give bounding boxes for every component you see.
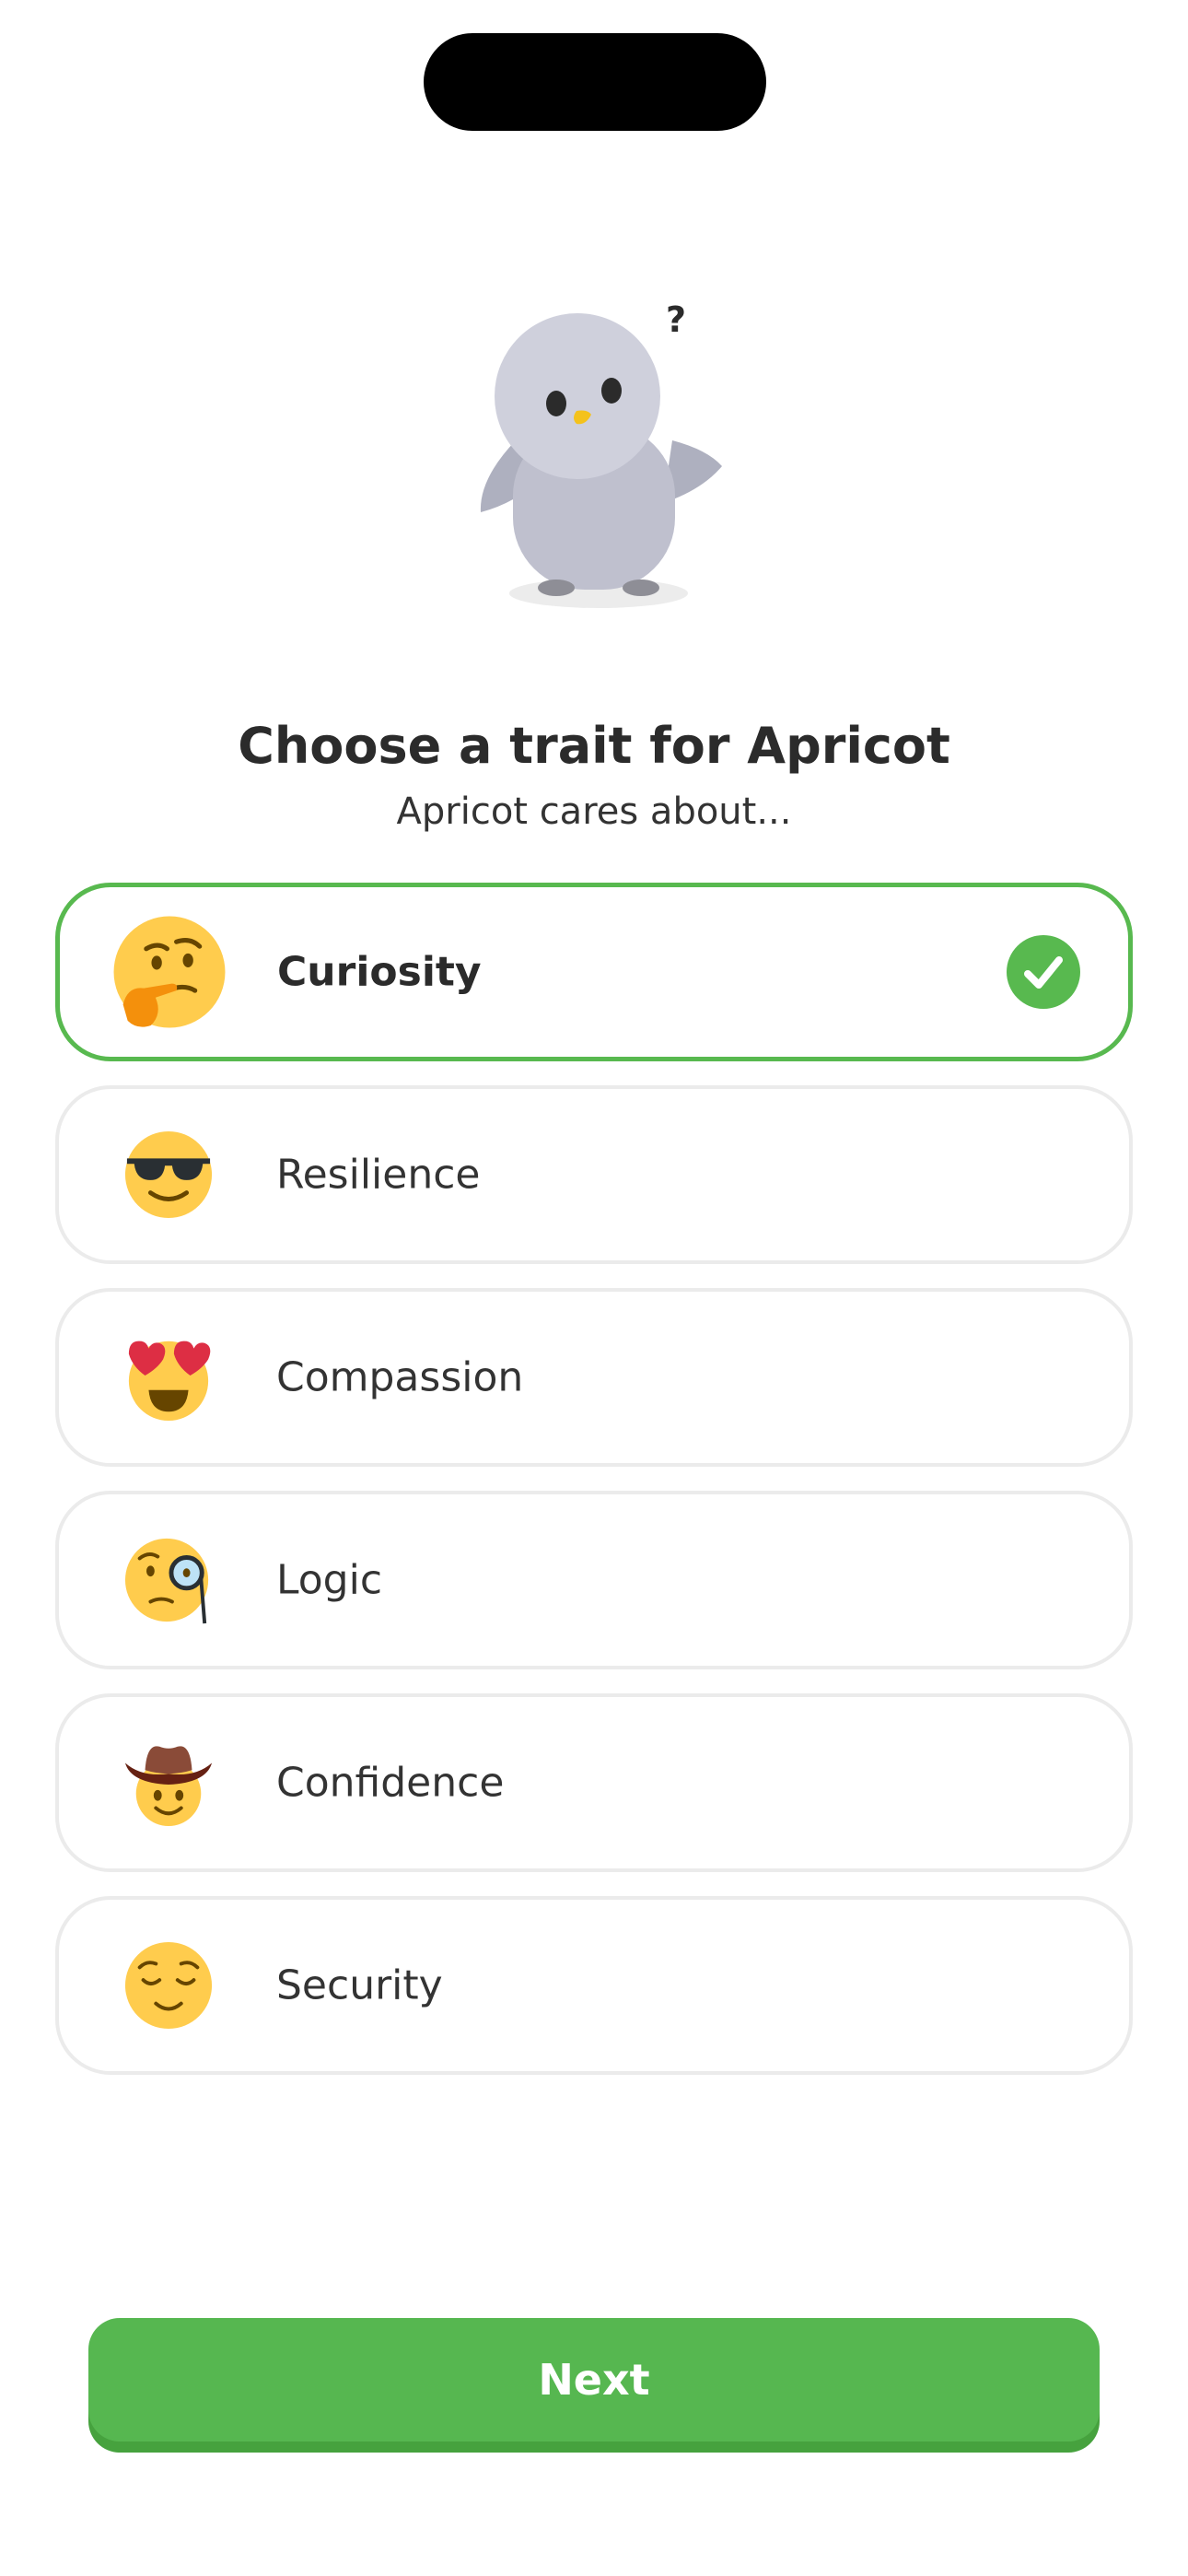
relieved-face-icon (124, 1941, 213, 2030)
thinking-face-icon (113, 916, 226, 1028)
trait-label: Curiosity (277, 948, 482, 996)
page-subtitle: Apricot cares about... (396, 790, 792, 833)
trait-option-security[interactable]: Security (55, 1896, 1133, 2075)
trait-option-resilience[interactable]: Resilience (55, 1085, 1133, 1264)
trait-label: Logic (276, 1556, 383, 1604)
trait-option-logic[interactable]: Logic (55, 1491, 1133, 1669)
cowboy-face-icon (124, 1746, 213, 1827)
trait-option-curiosity[interactable]: Curiosity (55, 883, 1133, 1061)
trait-label: Compassion (276, 1353, 524, 1401)
page-title: Choose a trait for Apricot (238, 717, 950, 775)
sunglasses-face-icon (124, 1130, 213, 1219)
question-mark: ? (666, 299, 686, 340)
monocle-face-icon (124, 1538, 209, 1624)
heart-eyes-face-icon (128, 1341, 211, 1422)
next-button[interactable]: Next (88, 2318, 1100, 2441)
trait-label: Confidence (276, 1759, 505, 1807)
bird-mascot-icon: ? (480, 299, 722, 608)
trait-list: Curiosity Resilience Compassion Logic Co… (55, 883, 1133, 2099)
checkmark-icon (1007, 935, 1080, 1009)
trait-label: Security (276, 1961, 443, 2009)
trait-option-compassion[interactable]: Compassion (55, 1288, 1133, 1467)
trait-label: Resilience (276, 1151, 481, 1199)
dynamic-island (424, 33, 766, 131)
trait-option-confidence[interactable]: Confidence (55, 1693, 1133, 1872)
